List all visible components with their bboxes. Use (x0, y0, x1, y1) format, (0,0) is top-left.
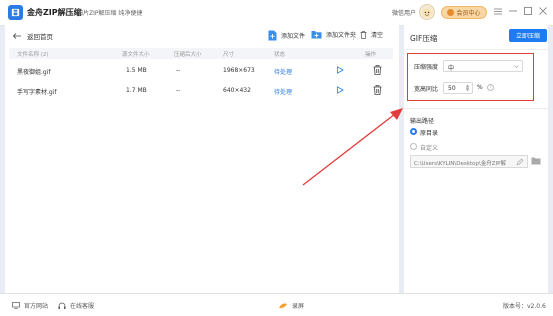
ratio-value: 50 (448, 85, 456, 92)
add-file-icon (268, 30, 277, 41)
status-bar: 官方网站 在线客服 录屏 版本号：v2.0.6 (0, 293, 553, 316)
version-label: 版本号：v2.0.6 (503, 303, 546, 310)
compressed-size: -- (176, 87, 181, 94)
radio-custom-dir[interactable] (410, 143, 417, 150)
website-label: 官方网站 (24, 303, 49, 310)
help-icon[interactable]: ? (487, 84, 494, 91)
ratio-unit: % (477, 84, 483, 91)
header-actions: 操作 (365, 52, 377, 58)
back-home-button[interactable]: 返回首页 (13, 31, 53, 41)
file-name: 手写字素材.gif (17, 89, 57, 96)
header-dimensions: 尺寸 (223, 52, 235, 58)
app-name: 金舟ZIP解压缩 (27, 8, 82, 17)
edit-icon[interactable] (516, 158, 524, 166)
official-website-link[interactable]: 官方网站 (12, 301, 48, 310)
divider (404, 49, 548, 50)
output-path-label: 输出路径 (410, 118, 435, 125)
headset-icon (58, 302, 66, 309)
app-logo (8, 5, 23, 20)
file-status: 待处理 (274, 89, 293, 96)
panel-title: GIF压缩 (410, 34, 438, 43)
vip-center-button[interactable]: 会员中心 (441, 6, 487, 19)
header-filename: 文件名称 (2) (17, 52, 49, 58)
minimize-icon[interactable] (507, 5, 519, 17)
title-bar: 金舟ZIP解压缩 图片ZIP解压缩 纯净便捷 微信用户 会员中心 (0, 0, 553, 26)
crown-icon (447, 9, 455, 16)
close-icon[interactable] (537, 5, 549, 17)
maximize-icon[interactable] (522, 5, 534, 17)
file-size: 1.5 MB (126, 67, 147, 74)
support-label: 在线客服 (70, 303, 95, 310)
table-row[interactable]: 黑夜御姐.gif 1.5 MB -- 1968×673 待处理 (9, 61, 393, 81)
strength-label: 压缩强度 (414, 64, 439, 71)
version-text: 版本号：v2.0.6 (503, 301, 546, 310)
file-status: 待处理 (274, 69, 293, 76)
option-source-label: 原目录 (420, 130, 439, 137)
vip-label: 会员中心 (456, 10, 481, 17)
online-support-link[interactable]: 在线客服 (58, 301, 94, 310)
add-folder-icon (311, 31, 322, 39)
trash-icon[interactable] (373, 85, 382, 95)
header-compressed-size: 压缩后大小 (174, 52, 202, 58)
compress-now-button[interactable]: 立即压缩 (509, 29, 547, 42)
screen-record-button[interactable]: 录屏 (278, 301, 304, 310)
file-dimensions: 640×432 (223, 87, 251, 94)
add-folder-label: 添加文件夹 (326, 32, 357, 39)
ratio-stepper[interactable]: 50 ▲ ▼ (443, 82, 473, 94)
trash-icon (360, 30, 367, 39)
settings-panel: GIF压缩 立即压缩 压缩强度 中 宽高同比 50 ▲ ▼ % ? 输出路径 原目… (404, 25, 548, 293)
add-file-label: 添加文件 (281, 33, 306, 40)
back-home-label: 返回首页 (27, 33, 53, 41)
play-icon[interactable] (336, 66, 344, 74)
strength-select[interactable]: 中 (443, 60, 523, 72)
file-name: 黑夜御姐.gif (17, 69, 51, 76)
table-header: 文件名称 (2) 源文件大小 压缩后大小 尺寸 状态 操作 (9, 48, 393, 59)
clear-label: 清空 (371, 32, 384, 39)
header-source-size: 源文件大小 (122, 52, 150, 58)
trash-icon[interactable] (373, 65, 382, 75)
option-custom-label: 自定义 (420, 145, 439, 152)
stepper-arrows-icon[interactable]: ▲ ▼ (466, 84, 471, 92)
strength-value: 中 (448, 65, 455, 72)
divider (404, 108, 548, 109)
clear-button[interactable]: 清空 (360, 30, 383, 39)
file-size: 1.7 MB (126, 87, 147, 94)
header-status: 状态 (274, 52, 286, 58)
folder-icon[interactable] (531, 157, 541, 165)
app-subtitle: 图片ZIP解压缩 纯净便捷 (77, 10, 143, 17)
table-row[interactable]: 手写字素材.gif 1.7 MB -- 640×432 待处理 (9, 81, 393, 101)
arrow-left-icon (13, 33, 21, 39)
add-folder-button[interactable]: 添加文件夹 (311, 30, 356, 39)
radio-source-dir[interactable] (410, 128, 417, 135)
record-label: 录屏 (292, 303, 305, 310)
monitor-icon (12, 302, 20, 309)
play-icon[interactable] (336, 86, 344, 94)
chevron-down-icon (514, 65, 519, 68)
toolbar-divider (353, 32, 354, 40)
avatar[interactable] (419, 4, 435, 20)
record-icon (279, 303, 287, 308)
user-name[interactable]: 微信用户 (392, 8, 416, 17)
output-path-field[interactable]: C:\Users\KYLIN\Desktop\金舟ZIP解 (410, 155, 528, 168)
add-file-button[interactable]: 添加文件 (268, 30, 305, 41)
file-dimensions: 1968×673 (223, 67, 255, 74)
ratio-label: 宽高同比 (414, 86, 439, 93)
annotation-arrow (302, 108, 403, 186)
menu-icon[interactable] (492, 5, 504, 17)
compressed-size: -- (176, 67, 181, 74)
